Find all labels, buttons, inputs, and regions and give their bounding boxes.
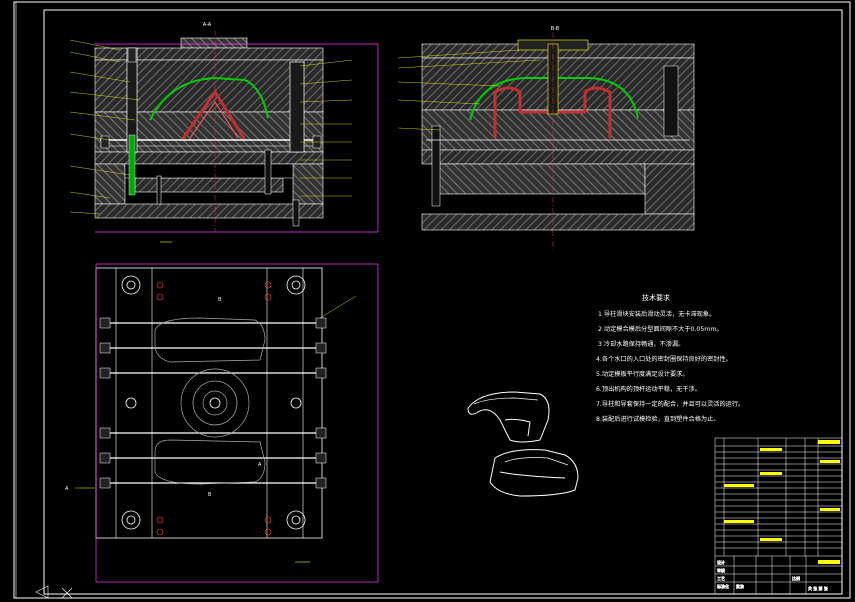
sprue-ring-outer bbox=[180, 368, 250, 438]
side-bottom-plate bbox=[421, 213, 695, 231]
side-core-plate bbox=[421, 109, 695, 151]
side-section-label: B-B bbox=[551, 26, 560, 32]
sprue-center bbox=[209, 397, 221, 409]
title-bottom-label-standard: 标准化 bbox=[717, 583, 729, 589]
guide-bush-left bbox=[128, 134, 136, 196]
ejector-pin-1 bbox=[156, 175, 162, 205]
side-support-plate bbox=[421, 149, 695, 165]
projection-symbol bbox=[35, 585, 73, 599]
cut-mark-b-top: B bbox=[218, 297, 222, 303]
guide-pin-right bbox=[289, 61, 305, 153]
title-block: 设计 审核 工艺 标准化 批准 比例 共 张 第 张 bbox=[714, 437, 843, 595]
front-section-view: A-A bbox=[69, 22, 379, 233]
cad-drawing-canvas: A-A B-B A B B A 技术要求 1 导柱滑块安装后滑动灵活，无卡滞现象… bbox=[13, 1, 851, 599]
title-scale-label: 比例 bbox=[792, 575, 800, 581]
part-sketch-top bbox=[467, 391, 550, 443]
plan-cavity-top bbox=[154, 317, 266, 363]
bottom-clamp-plate bbox=[94, 203, 324, 219]
tech-req-item: 4.各个水口的入口处的密封圈保持良好的密封性。 bbox=[596, 355, 732, 363]
tech-req-item: 5.动定模板平行度满足设计要求。 bbox=[596, 370, 689, 378]
title-bottom-label-review: 审核 bbox=[717, 567, 725, 573]
cap-screw-top bbox=[127, 47, 137, 63]
part-sketch-bottom bbox=[489, 449, 579, 497]
ejector-pin-2 bbox=[264, 149, 272, 195]
side-spacer-right bbox=[644, 163, 695, 215]
title-sheet-label: 共 张 第 张 bbox=[808, 585, 828, 591]
title-bottom-label-process: 工艺 bbox=[717, 576, 725, 581]
tech-req-item: 8.装配后进行试模检验，直到塑件合格为止。 bbox=[596, 415, 719, 423]
technical-requirements: 技术要求 1 导柱滑块安装后滑动灵活，无卡滞现象。 2 动定模合模后分型面间隙不… bbox=[596, 293, 744, 423]
plan-view: A B B A bbox=[65, 241, 379, 583]
front-section-label: A-A bbox=[203, 22, 212, 28]
tech-req-item: 3 冷却水路保持畅通，不渗漏。 bbox=[598, 340, 684, 348]
side-guide-pin-right bbox=[663, 65, 679, 137]
cut-mark-a-right: A bbox=[258, 462, 262, 468]
title-bottom-label-approve: 批准 bbox=[736, 583, 744, 589]
cut-mark-a-left: A bbox=[65, 486, 69, 492]
plan-guide-holes bbox=[121, 275, 306, 530]
cut-mark-b-bottom: B bbox=[208, 492, 212, 498]
tech-req-item: 6.顶出机构的顶杆运动平稳，无干涉。 bbox=[596, 385, 701, 393]
tech-req-item: 1 导柱滑块安装后滑动灵活，无卡滞现象。 bbox=[598, 310, 715, 318]
title-block-marks bbox=[724, 440, 840, 564]
side-section-view: B-B bbox=[397, 26, 695, 250]
return-pin bbox=[292, 199, 300, 227]
tech-req-heading: 技术要求 bbox=[642, 293, 670, 302]
title-bottom-label-design: 设计 bbox=[717, 559, 725, 565]
plan-water-fittings bbox=[99, 317, 327, 489]
plan-cooling-lines bbox=[104, 322, 326, 484]
side-ejector-chamber bbox=[436, 163, 646, 195]
tech-req-item: 7.导柱和导套保持一定的配合，并且可以灵活的运行。 bbox=[596, 400, 744, 408]
spacer-block-right bbox=[292, 163, 324, 205]
sprue-ring-mid bbox=[192, 380, 238, 426]
plan-leader bbox=[319, 295, 357, 319]
sprue-ring-inner bbox=[202, 390, 228, 416]
plan-cavity-bottom bbox=[154, 439, 266, 485]
plan-dimension-box bbox=[95, 263, 379, 583]
locating-ring bbox=[180, 37, 248, 49]
side-guide-pin-left bbox=[431, 125, 441, 207]
water-fitting-left bbox=[100, 135, 110, 149]
tech-req-item: 2 动定模合模后分型面间隙不大于0.05mm。 bbox=[598, 325, 723, 333]
